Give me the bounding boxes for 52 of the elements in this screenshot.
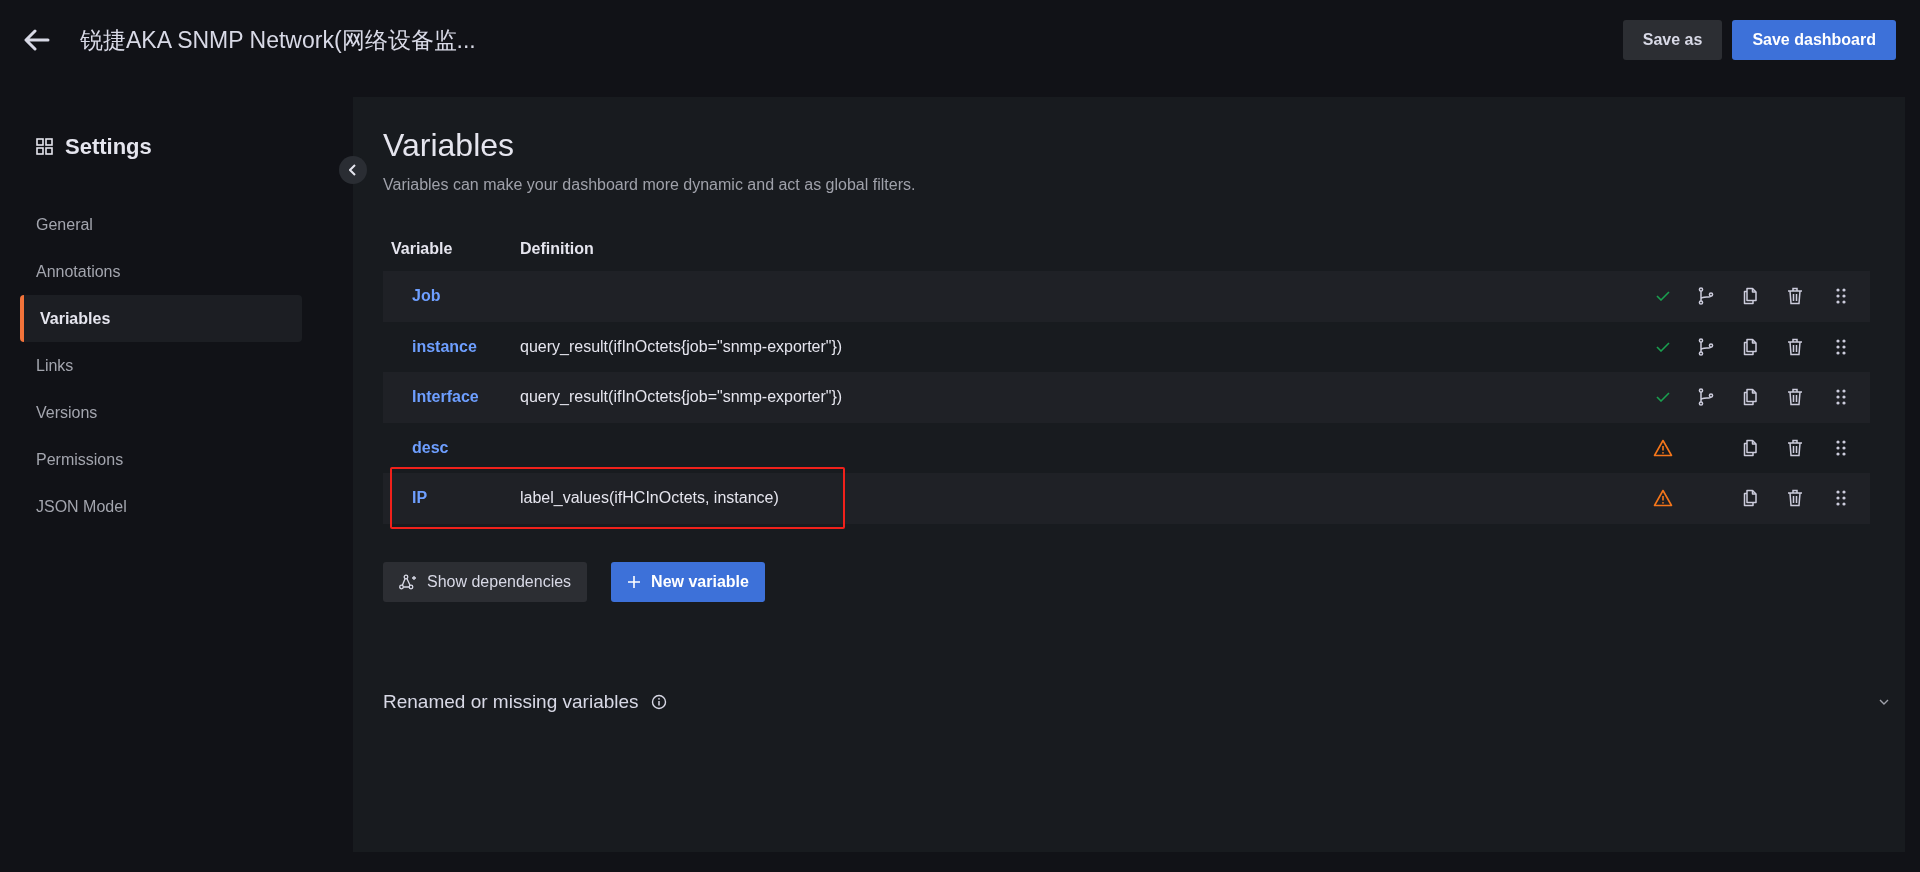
dashboard-title: 锐捷AKA SNMP Network(网络设备监... [80,25,476,55]
new-variable-button[interactable]: New variable [611,561,765,602]
copy-icon[interactable] [1742,388,1758,407]
variable-name-link[interactable]: desc [412,435,520,460]
trash-icon[interactable] [1787,489,1803,508]
sidebar-item[interactable]: Links [20,342,302,389]
trash-icon[interactable] [1787,337,1803,356]
sidebar-item[interactable]: Permissions [20,436,302,483]
variable-name-link[interactable]: instance [412,334,520,359]
section-title[interactable]: Renamed or missing variables [383,687,639,716]
branch-icon[interactable] [1698,337,1714,356]
plus-icon [627,574,642,589]
definition-text: label_values(ifHCInOctets, instance) [520,488,780,509]
sidebar-item[interactable]: JSON Model [20,483,302,530]
variable-name-link[interactable]: IP [412,486,520,511]
definition-text: query_result(ifInOctets{job="snmp-exporter"}) [520,387,844,408]
trash-icon[interactable] [1787,287,1803,306]
back-arrow-icon[interactable] [24,29,50,51]
copy-icon[interactable] [1742,489,1758,508]
sidebar-item[interactable]: Variables [20,295,302,342]
drag-handle-icon[interactable] [1836,288,1846,305]
branch-icon[interactable] [1698,287,1714,306]
drag-handle-icon[interactable] [1836,490,1846,507]
copy-icon[interactable] [1742,438,1758,457]
page-subtitle: Variables can make your dashboard more dynamic and act as global filters. [383,175,917,195]
collapse-sidebar-button[interactable] [339,156,367,184]
chevron-left-icon [349,164,357,176]
drag-handle-icon[interactable] [1836,389,1846,406]
grid-icon [36,138,53,155]
branch-icon[interactable] [1698,388,1714,407]
save-as-button[interactable]: Save as [1622,20,1723,60]
drag-handle-icon[interactable] [1836,338,1846,355]
variable-name-link[interactable]: Job [412,284,520,309]
info-icon [650,693,667,710]
trash-icon[interactable] [1787,438,1803,457]
copy-icon[interactable] [1742,287,1758,306]
sidebar-item[interactable]: General [20,201,302,248]
sidebar-item[interactable]: Annotations [20,248,302,295]
save-dashboard-button[interactable]: Save dashboard [1732,20,1896,60]
drag-handle-icon[interactable] [1836,439,1846,456]
sidebar-item[interactable]: Versions [20,389,302,436]
chevron-down-icon[interactable] [1878,697,1890,706]
variable-name-link[interactable]: Interface [412,385,520,410]
definition-text: query_result(ifInOctets{job="snmp-exporter"}) [520,336,844,357]
column-header: Variable [390,239,454,259]
settings-heading: Settings [65,133,152,161]
graph-nodes-icon [399,573,417,590]
page-title: Variables [383,126,516,165]
show-dependencies-button[interactable]: Show dependencies [383,561,588,602]
column-header: Definition [520,239,595,259]
copy-icon[interactable] [1742,337,1758,356]
trash-icon[interactable] [1787,388,1803,407]
